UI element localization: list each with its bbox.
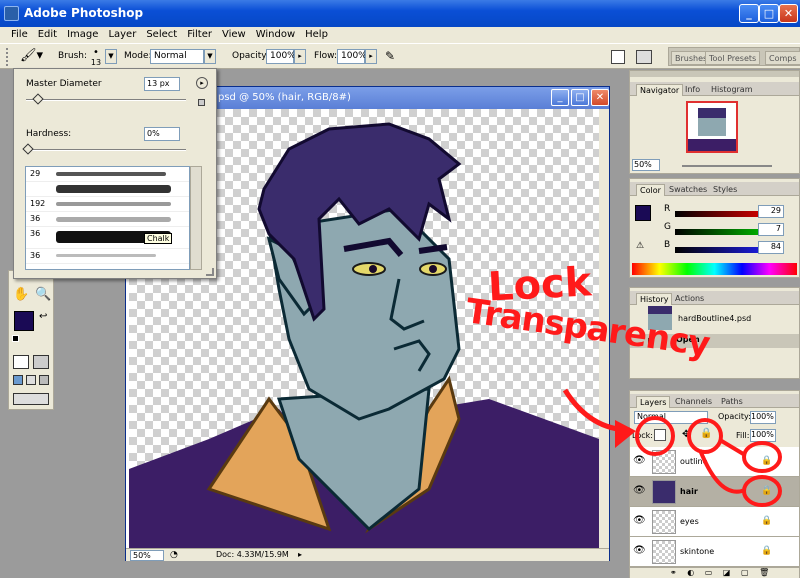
annotation-connector-line-2 bbox=[698, 449, 746, 494]
hair-lock-circle bbox=[742, 475, 782, 507]
outline-lock-circle bbox=[742, 441, 782, 473]
annotation-arrowhead bbox=[615, 420, 636, 448]
lock-all-circle bbox=[687, 418, 723, 454]
lock-transparency-circle bbox=[635, 416, 675, 456]
annotation-connector-line bbox=[718, 438, 747, 457]
annotation-overlay bbox=[562, 388, 782, 507]
